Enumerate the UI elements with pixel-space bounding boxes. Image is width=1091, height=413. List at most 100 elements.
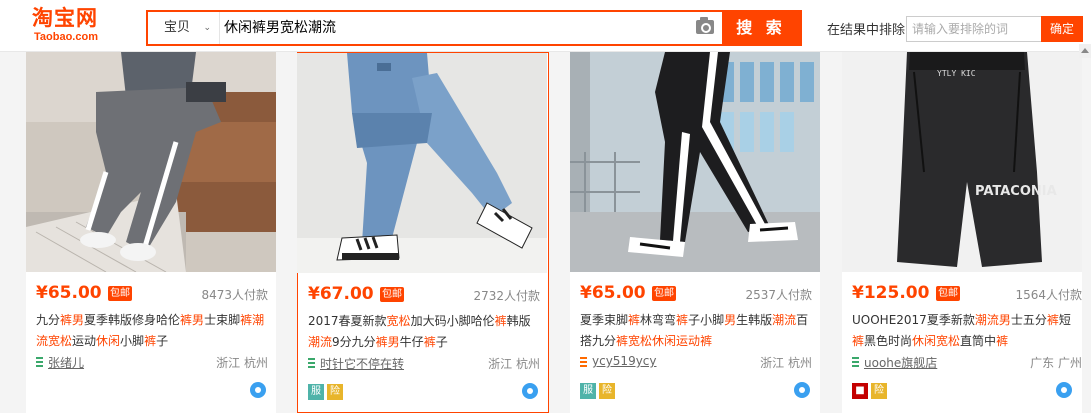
title-highlight: 潮流男 [974, 313, 1011, 327]
product-image[interactable] [26, 52, 276, 272]
camera-icon[interactable] [696, 17, 714, 34]
product-image[interactable]: YTLY KIC PATACONIA [842, 52, 1091, 272]
title-text: 运动 [72, 334, 97, 348]
product-card[interactable]: ¥65.00 包邮 8473人付款 九分裤男夏季韩版修身哈伦裤男士束脚裤潮流宽松… [26, 52, 276, 413]
sales-count: 8473人付款 [201, 288, 268, 302]
shop-name[interactable]: 张绪儿 [48, 354, 84, 371]
title-text: 夏季束脚 [580, 313, 629, 327]
svg-text:YTLY KIC: YTLY KIC [937, 69, 976, 78]
title-text: 子 [156, 334, 169, 348]
search-type-select[interactable]: 宝贝 ⌄ [148, 12, 220, 44]
product-title[interactable]: 2017春夏新款宽松加大码小脚哈伦裤韩版潮流9分九分裤男牛仔裤子 [308, 311, 540, 353]
svg-text:PATACONIA: PATACONIA [975, 184, 1057, 199]
shop-name[interactable]: uoohe旗舰店 [864, 354, 937, 371]
free-shipping-badge: 包邮 [652, 286, 676, 301]
product-image[interactable] [297, 53, 547, 273]
chevron-down-icon: ⌄ [203, 23, 211, 33]
search-button[interactable]: 搜 索 [722, 12, 800, 44]
sales-count: 2732人付款 [473, 289, 540, 303]
taobao-logo[interactable]: 淘宝网 Taobao.com [32, 6, 122, 48]
product-card[interactable]: ¥67.00 包邮 2732人付款 2017春夏新款宽松加大码小脚哈伦裤韩版潮流… [297, 52, 549, 413]
title-highlight: 裤 [144, 334, 157, 348]
product-card[interactable]: YTLY KIC PATACONIA ¥125.00 包邮 1564人付款 UO… [842, 52, 1082, 413]
title-highlight: 男 [724, 313, 737, 327]
product-title[interactable]: 九分裤男夏季韩版修身哈伦裤男士束脚裤潮流宽松运动休闲小脚裤子 [36, 310, 268, 352]
shop-icon [36, 357, 43, 367]
title-highlight: 裤男 [375, 335, 400, 349]
chat-icon[interactable] [250, 382, 266, 398]
insurance-badge[interactable]: 险 [327, 384, 343, 400]
shop-row: 时针它不停在转 浙江 杭州 [308, 355, 540, 371]
location: 浙江 杭州 [216, 356, 268, 370]
title-highlight: 裤男 [60, 313, 85, 327]
title-highlight: 宽松 [386, 314, 411, 328]
title-text: 夏季韩版修身哈伦 [84, 313, 181, 327]
title-highlight: 裤 [996, 334, 1009, 348]
shop-row: ycy519ycy 浙江 杭州 [580, 354, 812, 370]
tmall-badge[interactable]: ■ [852, 383, 868, 399]
sales-count: 1564人付款 [1015, 288, 1082, 302]
location: 浙江 杭州 [760, 356, 812, 370]
location: 浙江 杭州 [488, 357, 540, 371]
title-text: 黑色时尚 [864, 334, 913, 348]
product-title[interactable]: UOOHE2017夏季新款潮流男士五分裤短裤黑色时尚休闲宽松直筒中裤 [852, 310, 1082, 352]
header: 淘宝网 Taobao.com 宝贝 ⌄ 休闲裤男宽松潮流 搜 索 在结果中排除 … [0, 0, 1091, 52]
title-text: 小脚 [120, 334, 145, 348]
chat-icon[interactable] [1056, 382, 1072, 398]
shop-name[interactable]: ycy519ycy [592, 354, 657, 368]
exclude-label: 在结果中排除 [827, 23, 906, 38]
title-text: 士束脚 [204, 313, 241, 327]
shop-icon [308, 358, 315, 368]
price-row: ¥65.00 包邮 2537人付款 [580, 283, 812, 305]
price-row: ¥125.00 包邮 1564人付款 [852, 283, 1082, 305]
service-badges: 服险 [580, 383, 618, 399]
shop-name[interactable]: 时针它不停在转 [320, 355, 404, 372]
title-highlight: 裤 [676, 313, 689, 327]
shop-row: uoohe旗舰店 广东 广州 [852, 354, 1082, 370]
clothing-service-badge[interactable]: 服 [308, 384, 324, 400]
insurance-badge[interactable]: 险 [871, 383, 887, 399]
scroll-up-arrow[interactable] [1079, 44, 1091, 58]
title-text: 加大码小脚哈伦 [410, 314, 495, 328]
title-highlight: 裤 [852, 334, 865, 348]
search-box: 宝贝 ⌄ 休闲裤男宽松潮流 搜 索 [146, 10, 802, 46]
exclude-confirm-button[interactable]: 确定 [1041, 16, 1083, 42]
shop-icon [580, 357, 587, 367]
title-text: 韩版 [506, 314, 531, 328]
title-text: 子 [435, 335, 448, 349]
title-highlight: 裤 [628, 313, 641, 327]
insurance-badge[interactable]: 险 [599, 383, 615, 399]
taobao-search-page: 淘宝网 Taobao.com 宝贝 ⌄ 休闲裤男宽松潮流 搜 索 在结果中排除 … [0, 0, 1091, 413]
shop-row: 张绪儿 浙江 杭州 [36, 354, 268, 370]
free-shipping-badge: 包邮 [380, 287, 404, 302]
product-card[interactable]: ¥65.00 包邮 2537人付款 夏季束脚裤林弯弯裤子小脚男生韩版潮流百搭九分… [570, 52, 820, 413]
sales-count: 2537人付款 [745, 288, 812, 302]
price-row: ¥67.00 包邮 2732人付款 [308, 284, 540, 306]
service-badges: 服险 [308, 384, 346, 400]
chat-icon[interactable] [522, 383, 538, 399]
price: ¥65.00 [580, 283, 646, 303]
exclude-input[interactable]: 请输入要排除的词 [906, 16, 1042, 42]
shop-icon [852, 357, 859, 367]
title-highlight: 休闲宽松 [912, 334, 961, 348]
product-title[interactable]: 夏季束脚裤林弯弯裤子小脚男生韩版潮流百搭九分裤宽松休闲运动运动裤 [580, 310, 812, 352]
title-text: 生韩版 [736, 313, 773, 327]
title-highlight: 裤 [700, 334, 713, 348]
free-shipping-badge: 包邮 [936, 286, 960, 301]
title-highlight: 休闲 [652, 334, 677, 348]
title-highlight: 潮流 [772, 313, 797, 327]
search-type-label: 宝贝 [164, 20, 191, 35]
product-image[interactable] [570, 52, 820, 272]
title-text: 2017春夏新款 [308, 314, 387, 328]
title-text: 9分九分 [332, 335, 376, 349]
clothing-service-badge[interactable]: 服 [580, 383, 596, 399]
title-highlight: 休闲 [96, 334, 121, 348]
price: ¥125.00 [852, 283, 930, 303]
search-input[interactable]: 休闲裤男宽松潮流 [220, 12, 680, 44]
logo-en: Taobao.com [34, 31, 98, 43]
title-text: 牛仔 [399, 335, 424, 349]
title-text: 子小脚 [688, 313, 725, 327]
free-shipping-badge: 包邮 [108, 286, 132, 301]
title-text: 九分 [36, 313, 61, 327]
chat-icon[interactable] [794, 382, 810, 398]
